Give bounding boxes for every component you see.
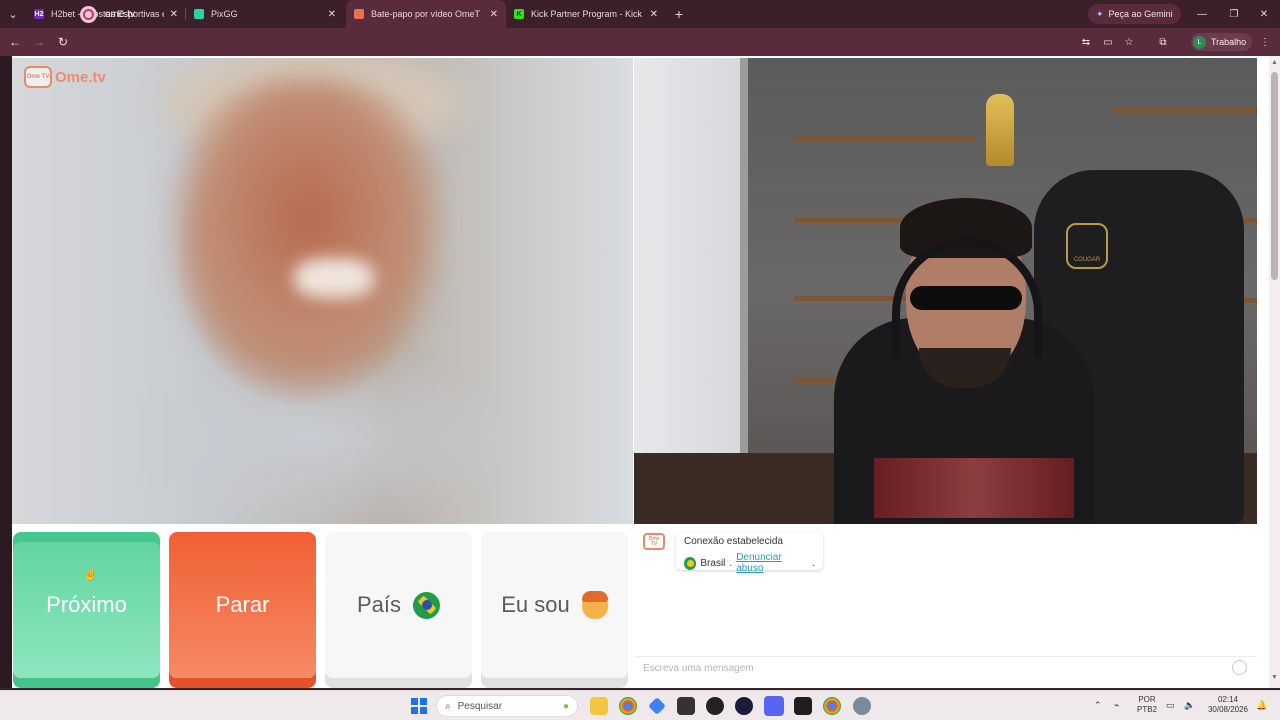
lang-top: POR xyxy=(1138,695,1156,704)
cast-icon[interactable]: ▭ xyxy=(1100,34,1116,50)
search-icon: ⌕ xyxy=(445,700,451,712)
chat-panel: Ome TV Conexão estabelecida Brasil . Den… xyxy=(634,526,1257,688)
url-text: ome.tv xyxy=(105,8,136,20)
scroll-up-icon[interactable]: ▲ xyxy=(1271,59,1278,66)
bookmark-star-icon[interactable]: ☆ xyxy=(1121,34,1137,50)
gemini-sparkle-icon: ✦ xyxy=(1096,8,1104,19)
lang-bottom: PTB2 xyxy=(1136,705,1157,714)
network-icon[interactable]: ⌁ xyxy=(1114,700,1119,710)
notification-bell-icon[interactable]: 🔔 xyxy=(1256,700,1267,710)
language-indicator[interactable]: POR PTB2 xyxy=(1134,695,1160,715)
windows-start-icon[interactable] xyxy=(411,698,427,714)
clock-time: 02:14 xyxy=(1217,695,1239,704)
gemini-button[interactable]: ✦ Peça ao Gemini xyxy=(1088,4,1181,24)
tab-search-chevron-icon[interactable]: ⌄ xyxy=(0,0,26,28)
restore-icon[interactable]: ❐ xyxy=(1218,0,1250,28)
ometv-chat-avatar-icon: Ome TV xyxy=(643,533,665,550)
next-button[interactable]: Próximo xyxy=(13,532,160,678)
discord-icon[interactable] xyxy=(764,696,784,716)
chrome-active-icon[interactable] xyxy=(823,697,841,715)
taskbar-search[interactable]: ⌕ Pesquisar ● xyxy=(436,695,578,717)
volume-icon[interactable]: 🔈 xyxy=(1184,700,1195,710)
forward-arrow-icon[interactable]: → xyxy=(27,28,51,56)
obs-icon[interactable] xyxy=(706,697,724,715)
avatar: L xyxy=(1193,35,1206,49)
clock-date: 30/08/2026 xyxy=(1207,705,1249,714)
separator: . xyxy=(729,557,733,569)
settings-gear-icon[interactable] xyxy=(853,697,871,715)
self-video: COUGAR xyxy=(634,58,1257,524)
brazil-flag-icon xyxy=(684,556,697,570)
logo-text: Ome.tv xyxy=(55,68,106,86)
country-button[interactable]: País xyxy=(325,532,472,678)
chair-logo: COUGAR xyxy=(1066,223,1108,269)
i-am-button[interactable]: Eu sou xyxy=(481,532,628,678)
stop-button[interactable]: Parar xyxy=(169,532,316,678)
file-explorer-icon[interactable] xyxy=(590,697,608,715)
terminal-icon[interactable] xyxy=(794,697,812,715)
reload-icon[interactable]: ↻ xyxy=(51,28,75,56)
message-placeholder: Escreva uma mensagem xyxy=(643,663,754,674)
emoji-picker-icon[interactable] xyxy=(1232,660,1247,675)
h2bet-favicon-icon: H2 xyxy=(34,9,44,19)
scroll-down-icon[interactable]: ▼ xyxy=(1271,674,1278,681)
stop-label: Parar xyxy=(215,592,270,617)
app-arrow-icon[interactable] xyxy=(735,697,753,715)
country-name: Brasil xyxy=(700,557,726,569)
report-abuse-link[interactable]: Denunciar abuso xyxy=(736,552,808,574)
trophy xyxy=(986,94,1014,166)
translate-icon[interactable]: ⇆ xyxy=(1078,34,1094,50)
profile-chip[interactable]: L Trabalho xyxy=(1191,33,1253,51)
app-diamond-icon[interactable] xyxy=(648,697,666,715)
browser-menu-icon[interactable]: ⋮ xyxy=(1257,34,1273,50)
message-input[interactable]: Escreva uma mensagem xyxy=(634,656,1257,680)
tray-chevron-icon[interactable]: ⌃ xyxy=(1094,700,1102,710)
ometv-page: Ome TV Ome.tv COUGAR Próximo Parar País xyxy=(12,56,1269,688)
ometv-logo[interactable]: Ome TV Ome.tv xyxy=(24,66,106,88)
back-arrow-icon[interactable]: ← xyxy=(3,28,27,56)
page-scrollbar[interactable]: ▲ ▼ xyxy=(1269,56,1280,688)
extensions-icon[interactable]: ⧉ xyxy=(1155,34,1171,50)
search-highlight-icon: ● xyxy=(562,700,569,712)
sunglasses xyxy=(910,286,1022,310)
minimize-icon[interactable]: — xyxy=(1186,0,1218,28)
next-label: Próximo xyxy=(46,592,127,617)
hand-cursor-icon: ☝ xyxy=(83,567,98,581)
scroll-thumb[interactable] xyxy=(1271,72,1278,280)
country-label: País xyxy=(356,592,402,617)
search-placeholder: Pesquisar xyxy=(457,700,503,712)
brazil-flag-icon xyxy=(413,591,441,619)
boy-emoji-icon xyxy=(581,591,608,619)
windows-taskbar: ⌕ Pesquisar ● ⌃ ⌁ POR PTB2 ▭ 🔈 02:14 30/… xyxy=(0,690,1280,720)
clock[interactable]: 02:14 30/08/2026 xyxy=(1204,695,1252,715)
gemini-label: Peça ao Gemini xyxy=(1108,9,1173,19)
ometv-logo-icon: Ome TV xyxy=(24,66,52,88)
connection-status: Conexão estabelecida xyxy=(684,536,783,547)
profile-label: Trabalho xyxy=(1211,37,1247,47)
report-suffix: . xyxy=(812,557,815,569)
address-bar[interactable]: ome.tv xyxy=(80,3,1076,25)
close-window-icon[interactable]: ✕ xyxy=(1248,0,1280,28)
app-cube-icon[interactable] xyxy=(677,697,695,715)
i-am-label: Eu sou xyxy=(501,592,570,617)
site-info-icon[interactable] xyxy=(80,5,97,23)
display-icon[interactable]: ▭ xyxy=(1166,700,1175,710)
chrome-icon[interactable] xyxy=(619,697,637,715)
stranger-video: Ome TV Ome.tv xyxy=(12,58,633,524)
system-message: Conexão estabelecida Brasil . Denunciar … xyxy=(676,532,823,574)
